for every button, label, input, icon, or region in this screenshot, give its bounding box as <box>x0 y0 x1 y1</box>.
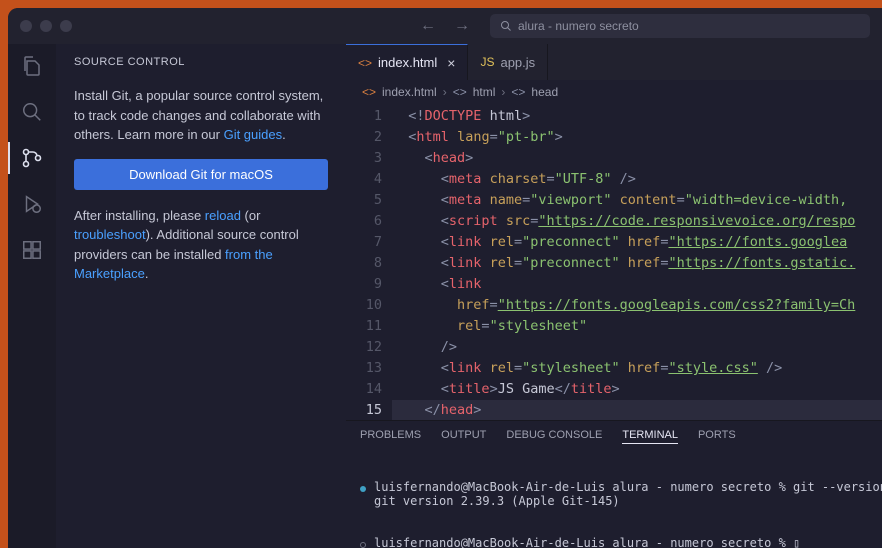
terminal-bullet-icon <box>360 486 366 492</box>
zoom-window[interactable] <box>60 20 72 32</box>
file-icon: <> <box>362 85 376 99</box>
activity-bar <box>8 44 56 548</box>
file-type-icon: <> <box>358 56 372 70</box>
tab-label: index.html <box>378 55 437 70</box>
chevron-right-icon: › <box>501 85 505 99</box>
tab-output[interactable]: OUTPUT <box>441 427 486 444</box>
crumb-html[interactable]: html <box>473 85 496 99</box>
terminal-line: luisfernando@MacBook-Air-de-Luis alura -… <box>374 536 800 548</box>
sidebar-intro: Install Git, a popular source control sy… <box>74 86 328 145</box>
bottom-panel: PROBLEMS OUTPUT DEBUG CONSOLE TERMINAL P… <box>346 420 882 548</box>
cursor-icon: ▯ <box>793 536 800 548</box>
explorer-icon[interactable] <box>20 54 44 78</box>
code-editor[interactable]: 123456789101112131415 <!DOCTYPE html> <h… <box>346 104 882 420</box>
editor-tab[interactable]: JS app.js <box>468 44 548 80</box>
terminal-line: luisfernando@MacBook-Air-de-Luis alura -… <box>374 480 882 508</box>
git-guides-link[interactable]: Git guides <box>224 127 283 142</box>
after-mid1: (or <box>241 208 261 223</box>
tab-ports[interactable]: PORTS <box>698 427 736 444</box>
sidebar: SOURCE CONTROL Install Git, a popular so… <box>56 44 346 548</box>
crumb-head[interactable]: head <box>531 85 558 99</box>
close-tab-icon[interactable]: × <box>447 55 455 71</box>
titlebar: ← → alura - numero secreto <box>8 8 882 44</box>
bracket-icon: <> <box>453 85 467 99</box>
source-control-icon[interactable] <box>20 146 44 170</box>
period: . <box>282 127 286 142</box>
close-window[interactable] <box>20 20 32 32</box>
nav-forward-icon[interactable]: → <box>454 17 470 35</box>
search-panel-icon[interactable] <box>20 100 44 124</box>
command-center[interactable]: alura - numero secreto <box>490 14 870 38</box>
terminal-bullet-icon <box>360 542 366 548</box>
period2: . <box>145 266 149 281</box>
code-body[interactable]: <!DOCTYPE html> <html lang="pt-br"> <hea… <box>392 104 882 420</box>
after-pre: After installing, please <box>74 208 205 223</box>
sidebar-after: After installing, please reload (or trou… <box>74 206 328 284</box>
app-window: ← → alura - numero secreto <box>8 8 882 548</box>
troubleshoot-link[interactable]: troubleshoot <box>74 227 146 242</box>
editor-group: <> index.html × JS app.js <> index.html › <>… <box>346 44 882 548</box>
terminal[interactable]: luisfernando@MacBook-Air-de-Luis alura -… <box>346 448 882 548</box>
tab-debug-console[interactable]: DEBUG CONSOLE <box>506 427 602 444</box>
line-gutter: 123456789101112131415 <box>346 104 392 420</box>
minimize-window[interactable] <box>40 20 52 32</box>
sidebar-title: SOURCE CONTROL <box>74 56 328 68</box>
tab-problems[interactable]: PROBLEMS <box>360 427 421 444</box>
intro-text: Install Git, a popular source control sy… <box>74 88 323 142</box>
tab-label: app.js <box>500 55 535 70</box>
bracket-icon: <> <box>511 85 525 99</box>
download-git-button[interactable]: Download Git for macOS <box>74 159 328 190</box>
chevron-right-icon: › <box>443 85 447 99</box>
panel-tabs: PROBLEMS OUTPUT DEBUG CONSOLE TERMINAL P… <box>346 421 882 448</box>
file-type-icon: JS <box>480 55 494 69</box>
editor-tab[interactable]: <> index.html × <box>346 44 468 80</box>
reload-link[interactable]: reload <box>205 208 241 223</box>
crumb-file[interactable]: index.html <box>382 85 437 99</box>
tab-bar: <> index.html × JS app.js <box>346 44 882 80</box>
window-controls <box>20 20 80 32</box>
run-debug-icon[interactable] <box>20 192 44 216</box>
tab-terminal[interactable]: TERMINAL <box>622 427 678 444</box>
search-icon <box>500 20 512 32</box>
nav-back-icon[interactable]: ← <box>420 17 436 35</box>
search-text: alura - numero secreto <box>518 19 639 33</box>
breadcrumbs[interactable]: <> index.html › <> html › <> head <box>346 80 882 104</box>
extensions-icon[interactable] <box>20 238 44 262</box>
